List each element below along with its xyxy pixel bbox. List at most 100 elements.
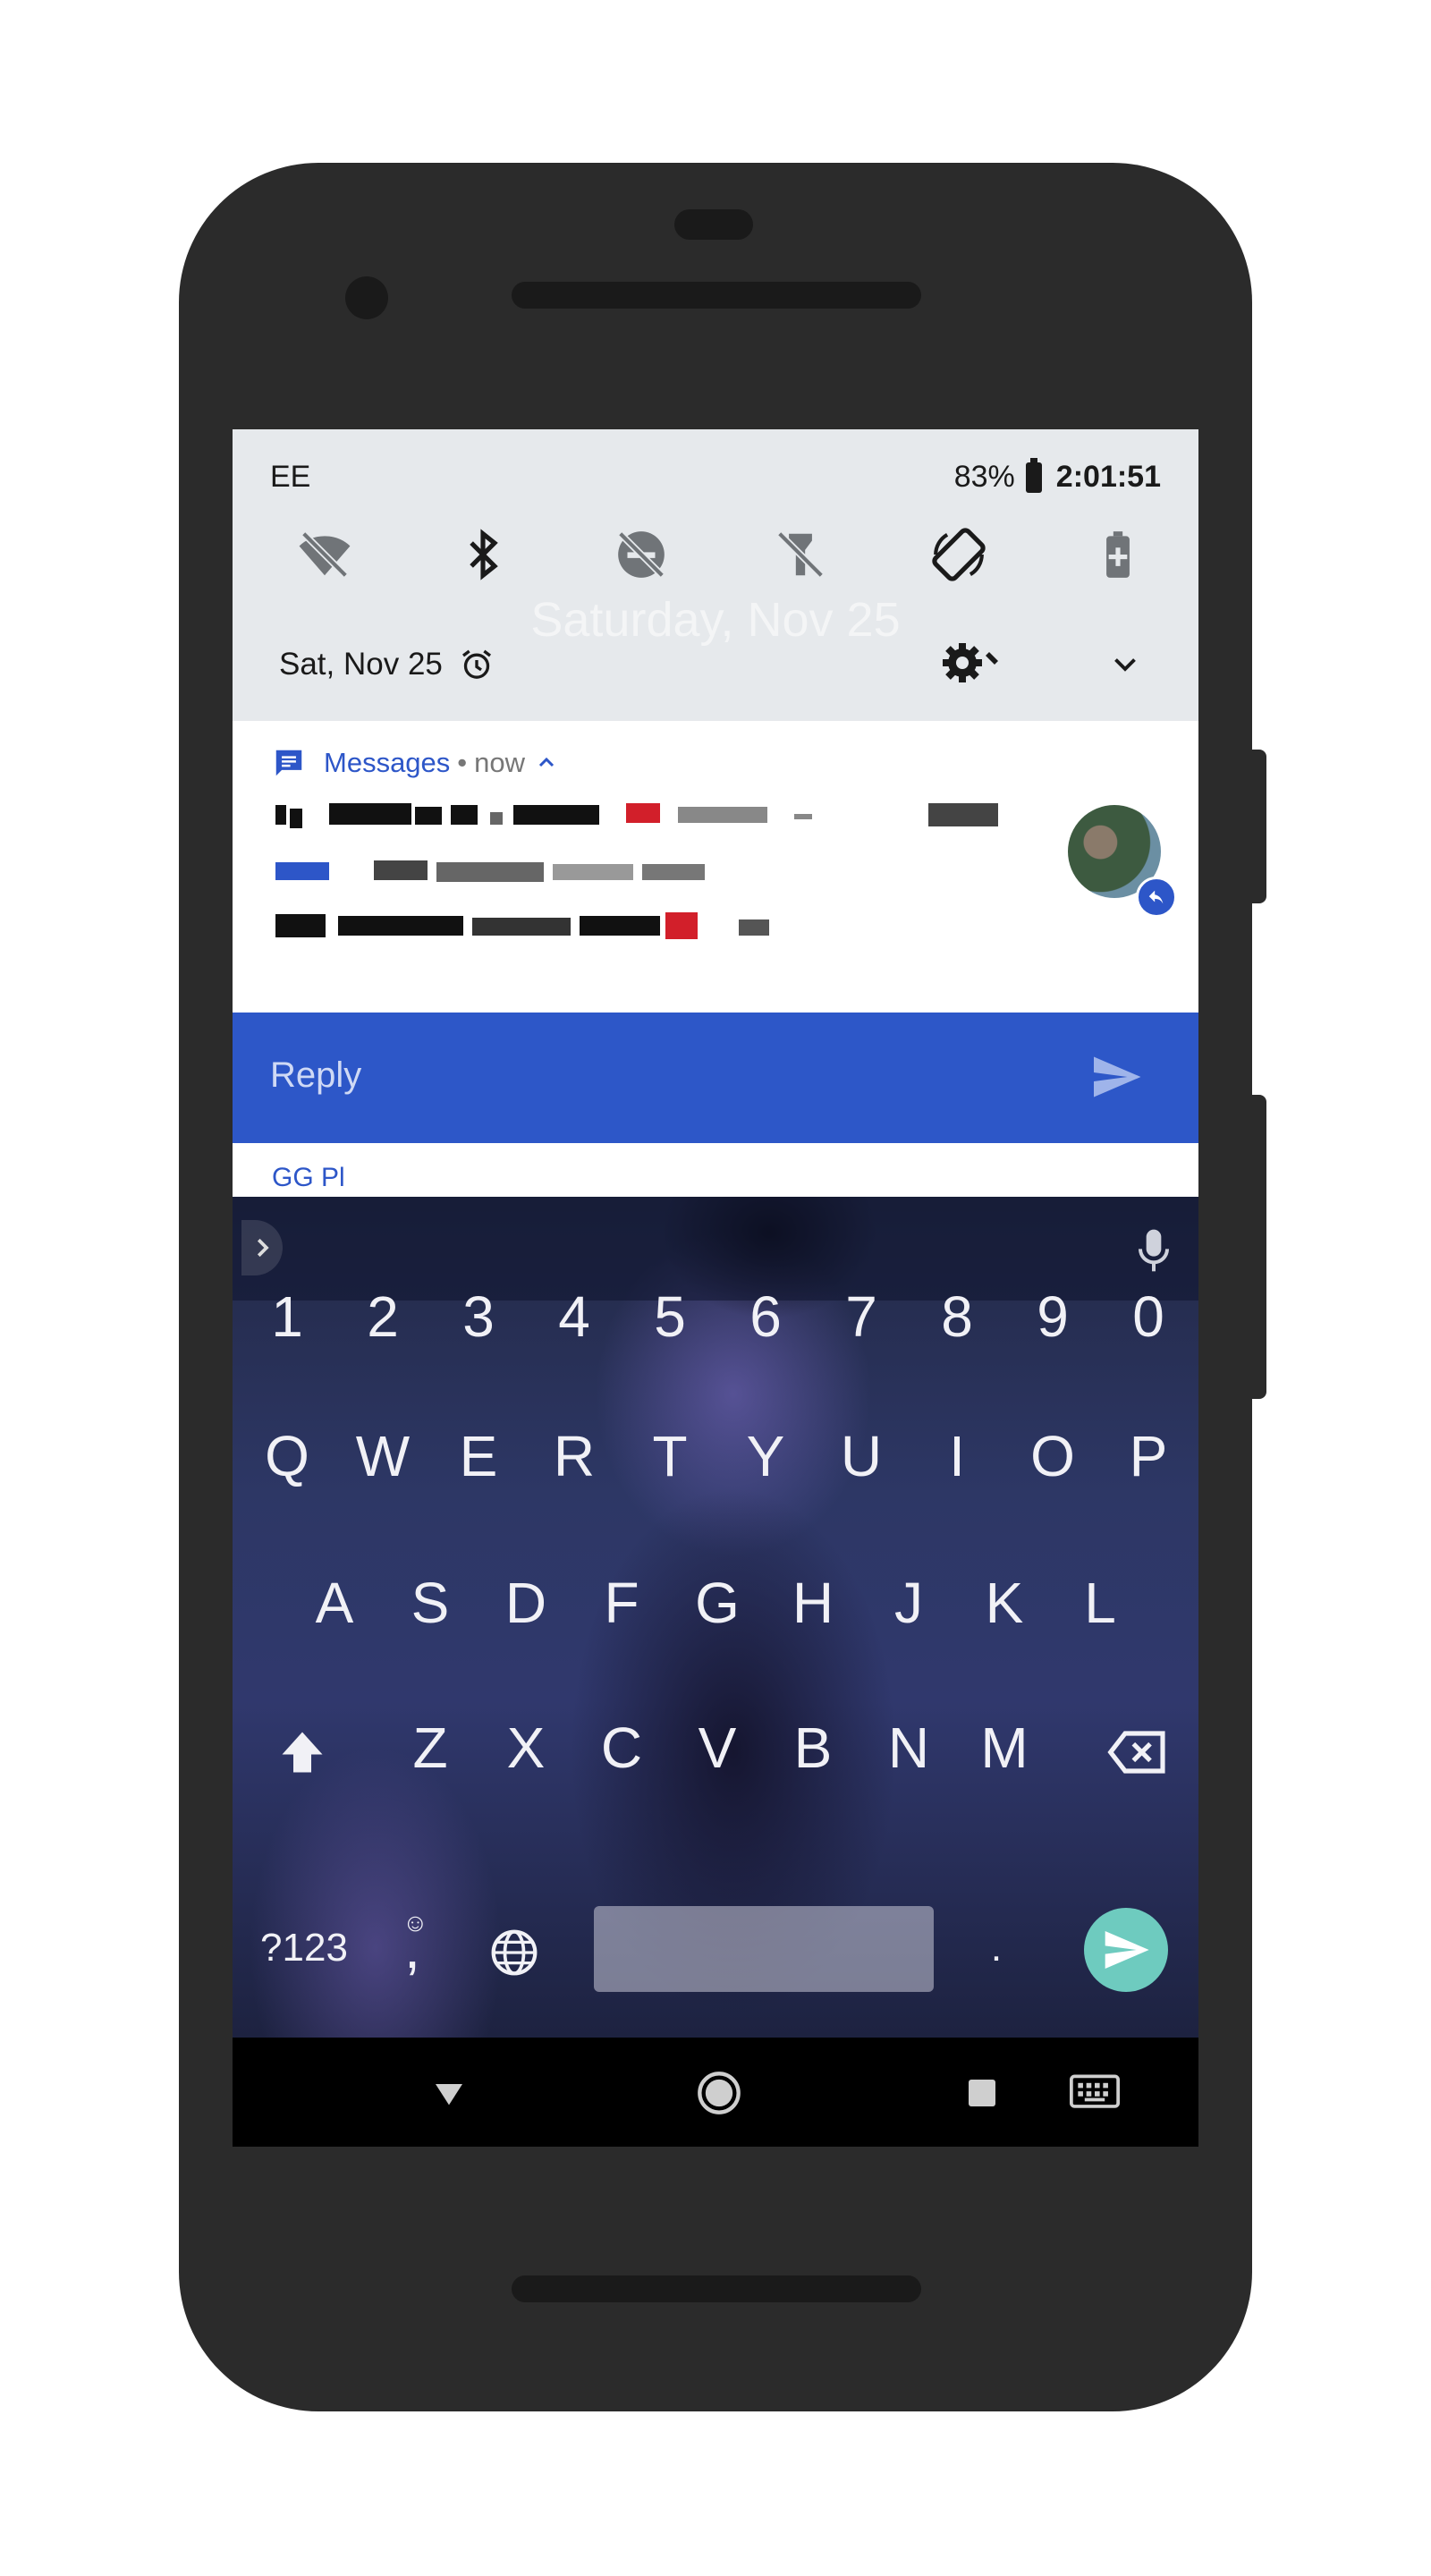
send-icon[interactable]	[1088, 1050, 1145, 1104]
key-y[interactable]: Y	[721, 1420, 810, 1492]
backspace-key[interactable]	[1093, 1712, 1182, 1784]
shift-key[interactable]	[258, 1712, 347, 1784]
key-u[interactable]: U	[817, 1420, 906, 1492]
alarm-icon	[461, 649, 491, 679]
key-e[interactable]: E	[434, 1420, 523, 1492]
qs-date[interactable]: Sat, Nov 25	[279, 647, 495, 682]
key-5[interactable]: 5	[625, 1281, 715, 1352]
bottom-speaker	[512, 2275, 921, 2302]
reply-input-bar[interactable]: Reply	[233, 1013, 1198, 1143]
status-right: 83% 2:01:51	[953, 457, 1161, 495]
home-icon[interactable]	[696, 2070, 742, 2116]
key-0[interactable]: 0	[1104, 1281, 1193, 1352]
do-not-disturb-off-icon[interactable]	[610, 523, 673, 586]
key-6[interactable]: 6	[721, 1281, 810, 1352]
send-icon	[1105, 1931, 1149, 1969]
keyboard-switch-icon[interactable]	[1070, 2073, 1120, 2113]
key-o[interactable]: O	[1008, 1420, 1097, 1492]
chevron-down-icon[interactable]	[1109, 648, 1141, 680]
key-f[interactable]: F	[577, 1567, 666, 1639]
power-button	[1252, 750, 1266, 903]
volume-rocker	[1252, 1095, 1266, 1399]
key-s[interactable]: S	[385, 1567, 475, 1639]
key-a[interactable]: A	[290, 1567, 379, 1639]
key-8[interactable]: 8	[912, 1281, 1002, 1352]
key-l[interactable]: L	[1055, 1567, 1145, 1639]
ghost-date: Saturday, Nov 25	[530, 593, 901, 647]
next-notification-peek[interactable]: GG Pl	[233, 1143, 1198, 1197]
key-3[interactable]: 3	[434, 1281, 523, 1352]
key-2[interactable]: 2	[338, 1281, 428, 1352]
date-label: Sat, Nov 25	[279, 647, 443, 682]
period-key[interactable]: .	[961, 1912, 1032, 1984]
app-name: Messages	[324, 747, 451, 778]
notification-time: now	[474, 747, 526, 778]
key-k[interactable]: K	[960, 1567, 1049, 1639]
settings-gear-icon[interactable]	[941, 640, 1005, 685]
language-key[interactable]	[474, 1912, 555, 1984]
key-1[interactable]: 1	[242, 1281, 332, 1352]
separator-dot: •	[457, 747, 468, 778]
key-j[interactable]: J	[864, 1567, 953, 1639]
key-z[interactable]: Z	[385, 1712, 475, 1784]
chevron-up-icon[interactable]	[536, 752, 557, 774]
key-9[interactable]: 9	[1008, 1281, 1097, 1352]
messages-app-icon	[275, 750, 302, 776]
key-g[interactable]: G	[673, 1567, 762, 1639]
key-d[interactable]: D	[481, 1567, 571, 1639]
globe-icon	[491, 1929, 538, 1976]
key-i[interactable]: I	[912, 1420, 1002, 1492]
backspace-icon	[1107, 1731, 1165, 1774]
reply-input[interactable]: Reply	[270, 1055, 361, 1096]
redacted-message-line	[275, 800, 1027, 830]
redacted-message-line	[275, 855, 776, 886]
earpiece	[674, 209, 753, 240]
back-icon[interactable]	[431, 2075, 467, 2111]
mic-icon[interactable]	[1136, 1225, 1172, 1275]
message-notification[interactable]: Messages • now	[233, 721, 1198, 1013]
key-m[interactable]: M	[960, 1712, 1049, 1784]
bluetooth-icon[interactable]	[452, 523, 514, 586]
recents-icon[interactable]	[966, 2077, 998, 2109]
notification-header: Messages • now	[272, 746, 557, 780]
key-q[interactable]: Q	[242, 1420, 332, 1492]
quick-tiles-row	[233, 523, 1198, 586]
key-x[interactable]: X	[481, 1712, 571, 1784]
key-n[interactable]: N	[864, 1712, 953, 1784]
enter-key[interactable]	[1084, 1908, 1168, 1992]
shift-icon	[282, 1732, 323, 1773]
battery-icon	[1025, 457, 1042, 493]
front-camera	[345, 276, 388, 319]
symbols-key[interactable]: ?123	[250, 1912, 358, 1984]
key-v[interactable]: V	[673, 1712, 762, 1784]
key-c[interactable]: C	[577, 1712, 666, 1784]
navigation-bar	[233, 2038, 1198, 2147]
flashlight-off-icon[interactable]	[769, 523, 832, 586]
key-t[interactable]: T	[625, 1420, 715, 1492]
phone-frame: EE 83% 2:01:51 Saturday, Nov 25 Sat, Nov…	[179, 163, 1252, 2411]
expand-toolbar-button[interactable]	[241, 1220, 283, 1275]
quick-settings-panel: EE 83% 2:01:51 Saturday, Nov 25 Sat, Nov…	[233, 429, 1198, 721]
redacted-message-line	[275, 911, 848, 941]
key-7[interactable]: 7	[817, 1281, 906, 1352]
space-bar[interactable]	[594, 1906, 934, 1992]
key-r[interactable]: R	[529, 1420, 619, 1492]
key-b[interactable]: B	[768, 1712, 858, 1784]
key-p[interactable]: P	[1104, 1420, 1193, 1492]
screen: EE 83% 2:01:51 Saturday, Nov 25 Sat, Nov…	[233, 429, 1198, 2147]
battery-percent: 83%	[953, 460, 1015, 494]
chevron-right-icon	[257, 1238, 269, 1258]
key-4[interactable]: 4	[529, 1281, 619, 1352]
battery-saver-icon[interactable]	[1087, 523, 1149, 586]
wifi-off-icon[interactable]	[293, 523, 356, 586]
status-time: 2:01:51	[1055, 460, 1161, 494]
key-w[interactable]: W	[338, 1420, 428, 1492]
reply-badge-icon	[1136, 877, 1177, 918]
auto-rotate-icon[interactable]	[927, 523, 990, 586]
carrier-label: EE	[270, 460, 311, 494]
comma-key[interactable]: , ☺	[381, 1909, 444, 1984]
keyboard: 1 2 3 4 5 6 7 8 9 0 Q W E R T Y U I O P …	[233, 1197, 1198, 2038]
key-h[interactable]: H	[768, 1567, 858, 1639]
top-speaker	[512, 282, 921, 309]
peek-text: GG Pl	[272, 1163, 345, 1192]
